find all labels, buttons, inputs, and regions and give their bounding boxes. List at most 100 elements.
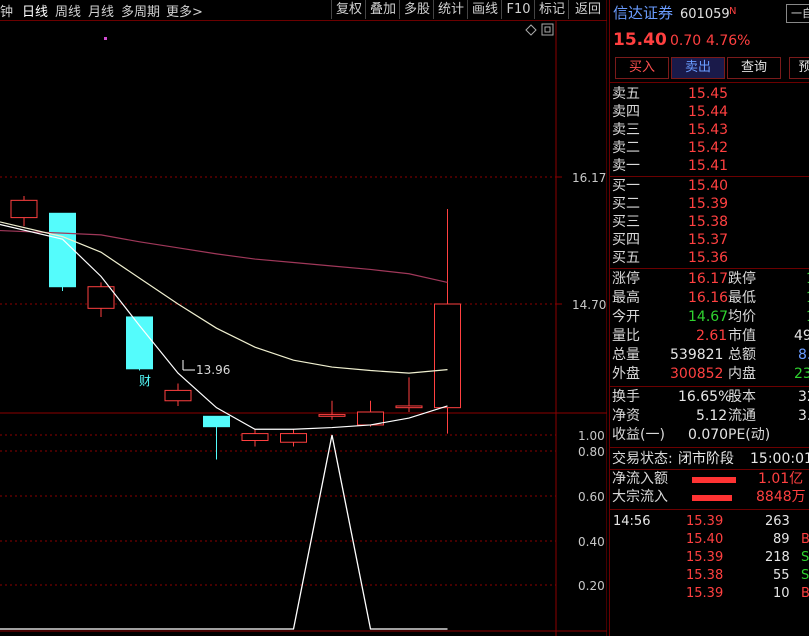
candle-body[interactable] bbox=[203, 415, 230, 428]
indicator-tick-label: 0.20 bbox=[578, 579, 605, 593]
stat-value: 8. bbox=[798, 347, 809, 363]
price-change: 0.70 bbox=[670, 33, 702, 49]
tick-price: 15.39 bbox=[686, 550, 724, 565]
bid-label: 买一 bbox=[612, 178, 640, 194]
ask-label: 卖三 bbox=[612, 122, 640, 138]
price-tick-label: 14.70 bbox=[572, 298, 606, 312]
ask-label: 卖一 bbox=[612, 158, 640, 174]
stat-label: 涨停 bbox=[612, 271, 640, 287]
candle-body[interactable] bbox=[280, 433, 307, 443]
ask-label: 卖四 bbox=[612, 104, 640, 120]
tick-flag: S bbox=[801, 550, 809, 565]
bid-label: 买五 bbox=[612, 250, 640, 266]
candle-body[interactable] bbox=[318, 414, 346, 417]
tick-volume: 55 bbox=[773, 568, 790, 583]
bid-label: 买三 bbox=[612, 214, 640, 230]
trade-state-label: 交易状态: bbox=[612, 451, 673, 467]
stat-label: 最低 bbox=[728, 290, 756, 306]
window-inner-icon bbox=[544, 26, 551, 33]
diamond-icon[interactable] bbox=[525, 24, 537, 36]
candle-body[interactable] bbox=[395, 405, 423, 409]
candle-body[interactable] bbox=[241, 433, 269, 442]
stat-value: 49 bbox=[794, 328, 809, 344]
stat-label: 净资 bbox=[612, 408, 640, 424]
stat-label: PE(动) bbox=[728, 427, 771, 443]
stat-label: 今开 bbox=[612, 309, 640, 325]
window-icon[interactable] bbox=[541, 23, 554, 36]
query-button[interactable]: 查询 bbox=[727, 57, 781, 79]
indicator-tick-label: 0.40 bbox=[578, 535, 605, 549]
stock-code: 601059 bbox=[680, 7, 730, 22]
price-tick-label: 16.17 bbox=[572, 171, 606, 185]
stat-label: 股本 bbox=[728, 389, 756, 405]
ask-price[interactable]: 15.43 bbox=[688, 122, 728, 139]
stat-label: 量比 bbox=[612, 328, 640, 344]
stat-label: 外盘 bbox=[612, 366, 640, 382]
kline-chart[interactable]: 16.17 14.70 1.00 0.80 0.60 0.40 0.20 13.… bbox=[0, 0, 607, 636]
preorder-button[interactable]: 预 bbox=[789, 57, 809, 79]
flow-label: 净流入额 bbox=[612, 471, 668, 487]
price-change-pct: 4.76% bbox=[706, 33, 751, 49]
buy-button[interactable]: 买入 bbox=[615, 57, 669, 79]
ask-price[interactable]: 15.44 bbox=[688, 104, 728, 121]
tick-price: 15.39 bbox=[686, 514, 724, 529]
candles bbox=[10, 196, 461, 460]
bid-price[interactable]: 15.36 bbox=[688, 250, 728, 267]
candle-body[interactable] bbox=[164, 389, 192, 402]
flow-value: 1.01亿 bbox=[758, 471, 804, 487]
indicator-series bbox=[0, 434, 448, 630]
stock-name[interactable]: 信达证券 bbox=[613, 5, 673, 22]
stat-value: 2.61 bbox=[696, 328, 728, 344]
finance-marker[interactable]: 财 bbox=[139, 374, 151, 388]
tick-flag: B bbox=[801, 585, 809, 602]
stat-value: 3. bbox=[798, 408, 809, 424]
bid-price[interactable]: 15.40 bbox=[688, 178, 728, 195]
stat-label: 流通 bbox=[728, 408, 756, 424]
bid-label: 买四 bbox=[612, 232, 640, 248]
candle-body[interactable] bbox=[10, 199, 38, 219]
stat-value: 32 bbox=[798, 389, 809, 405]
stat-value: 23 bbox=[794, 366, 809, 382]
bid-label: 买二 bbox=[612, 196, 640, 212]
tick-flag: B bbox=[801, 531, 809, 548]
candle-body[interactable] bbox=[434, 303, 461, 409]
sell-button[interactable]: 卖出 bbox=[671, 57, 725, 79]
bid-price[interactable]: 15.39 bbox=[688, 196, 728, 213]
new-stock-mark: N bbox=[729, 6, 737, 17]
stat-value: 14.67 bbox=[688, 309, 729, 325]
stat-value: 16.16 bbox=[688, 290, 729, 306]
tick-volume: 218 bbox=[765, 550, 790, 565]
stat-value: 16.17 bbox=[688, 271, 729, 287]
tick-volume: 10 bbox=[773, 586, 790, 601]
ask-price[interactable]: 15.45 bbox=[688, 86, 728, 103]
flow-value: 8848万 bbox=[756, 489, 806, 505]
block-inflow-bar bbox=[692, 495, 732, 501]
tick-price: 15.40 bbox=[686, 532, 724, 547]
stat-label: 跌停 bbox=[728, 271, 756, 287]
candle-body[interactable] bbox=[49, 212, 76, 288]
trade-state-time: 15:00:01 bbox=[750, 451, 809, 467]
ask-price[interactable]: 15.42 bbox=[688, 140, 728, 157]
stat-value: 0.070 bbox=[688, 427, 729, 443]
stat-label: 总量 bbox=[612, 347, 640, 363]
trade-state-value: 闭市阶段 bbox=[678, 451, 734, 467]
stat-value: 5.12 bbox=[696, 408, 728, 424]
self-select-button[interactable]: 一自 bbox=[786, 4, 809, 23]
indicator-line bbox=[0, 434, 448, 630]
bid-price[interactable]: 15.37 bbox=[688, 232, 728, 249]
ask-price[interactable]: 15.41 bbox=[688, 158, 728, 175]
tick-price: 15.38 bbox=[686, 568, 724, 583]
tick-time: 14:56 bbox=[613, 514, 651, 529]
net-inflow-bar bbox=[692, 477, 736, 483]
low-annotation-label: 13.96 bbox=[196, 363, 230, 377]
stat-label: 换手 bbox=[612, 389, 640, 405]
tick-price: 15.39 bbox=[686, 586, 724, 601]
flow-label: 大宗流入 bbox=[612, 489, 668, 505]
stat-value: 16.65% bbox=[678, 389, 732, 405]
indicator-tick-label: 0.60 bbox=[578, 490, 605, 504]
stat-label: 均价 bbox=[728, 309, 756, 325]
stat-label: 内盘 bbox=[728, 366, 756, 382]
candle-body[interactable] bbox=[87, 286, 115, 309]
bid-price[interactable]: 15.38 bbox=[688, 214, 728, 231]
stat-value: 539821 bbox=[670, 347, 724, 363]
